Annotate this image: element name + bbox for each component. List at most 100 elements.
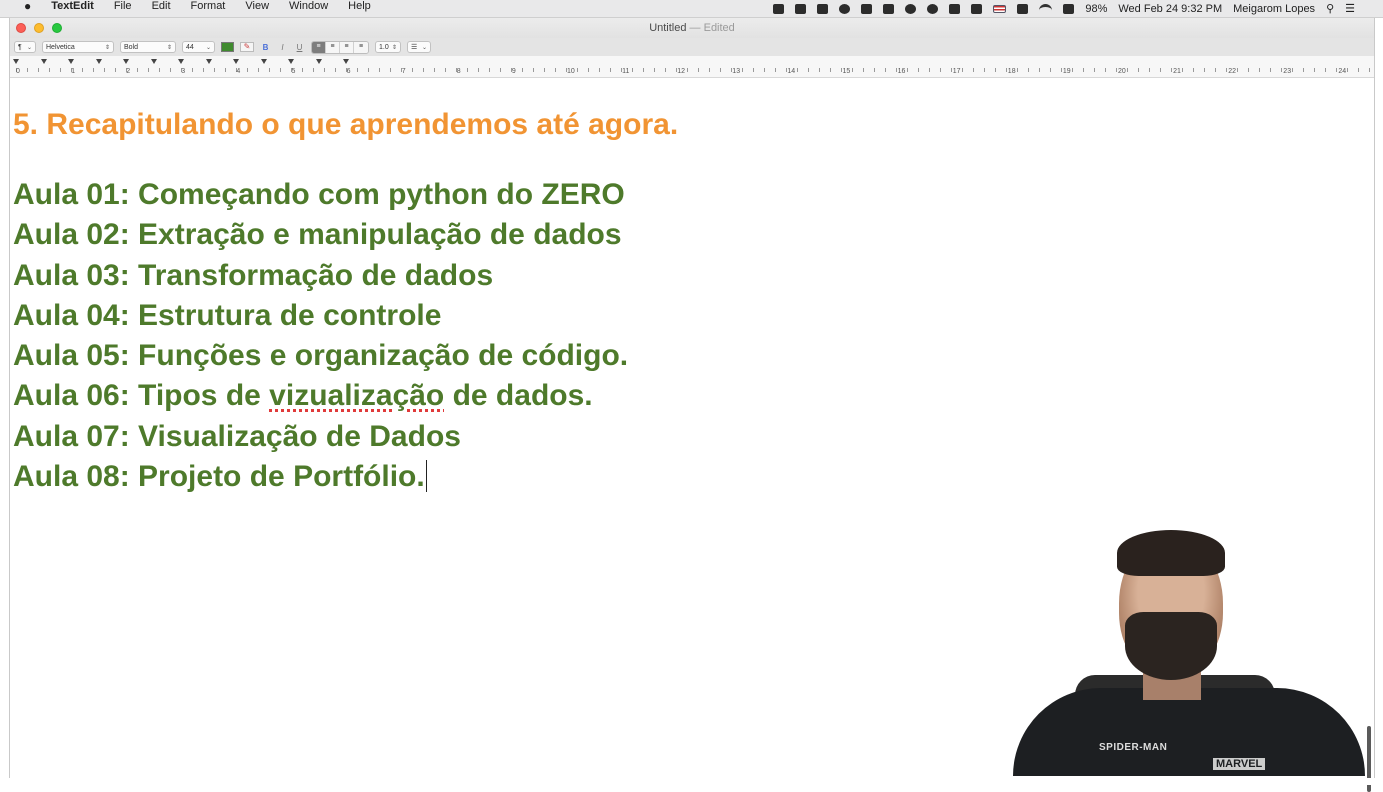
- menu-window[interactable]: Window: [289, 0, 328, 12]
- ruler-number: 2: [126, 68, 131, 75]
- status-app-icon[interactable]: [839, 3, 851, 14]
- time-machine-icon[interactable]: [927, 3, 939, 14]
- apple-menu-icon[interactable]: ●: [24, 0, 31, 13]
- ruler-number: 14: [787, 68, 796, 75]
- ruler-number: 15: [842, 68, 851, 75]
- align-left-icon[interactable]: ≡: [312, 41, 326, 53]
- ruler-number: 6: [346, 68, 351, 75]
- ruler-number: 20: [1118, 68, 1126, 75]
- align-center-icon[interactable]: ≡: [326, 41, 340, 53]
- menu-help[interactable]: Help: [348, 0, 371, 12]
- menu-edit[interactable]: Edit: [152, 0, 171, 12]
- font-style-select[interactable]: Bold ⇕: [120, 41, 176, 53]
- bold-button[interactable]: B: [260, 42, 271, 53]
- tab-stop-marker[interactable]: [288, 59, 294, 64]
- ruler-number: 18: [1007, 68, 1016, 75]
- italic-button[interactable]: I: [277, 42, 288, 53]
- lesson-line: Aula 03: Transformação de dados: [13, 258, 494, 292]
- paragraph-style-value: ¶: [18, 43, 22, 51]
- lesson-line-end: de dados.: [444, 379, 593, 413]
- text-cursor: [425, 460, 428, 493]
- status-app-icon[interactable]: [773, 3, 785, 14]
- volume-icon[interactable]: [1063, 3, 1075, 14]
- tab-stop-marker[interactable]: [178, 59, 184, 64]
- lesson-line: Aula 05: Funções e organização de código…: [13, 339, 629, 373]
- list-style-select[interactable]: ☰ ⌄: [407, 41, 431, 53]
- vpn-icon[interactable]: [949, 3, 961, 14]
- ruler[interactable]: 0 1 2 3 4 5 6 7 8 9 10 11 12 13 14 15 16 17 18 19 20 21 22 23 24: [10, 56, 1374, 78]
- tab-stop-marker[interactable]: [343, 59, 349, 64]
- menu-user[interactable]: Meigarom Lopes: [1233, 3, 1315, 15]
- tab-stop-marker[interactable]: [150, 59, 157, 64]
- status-app-icon[interactable]: [883, 3, 895, 14]
- title-bar[interactable]: Untitled — Edited: [10, 18, 1374, 38]
- menu-clock[interactable]: Wed Feb 24 9:32 PM: [1118, 3, 1222, 15]
- chevron-updown-icon: ⇕: [166, 44, 172, 51]
- tab-stop-marker[interactable]: [315, 59, 322, 64]
- ruler-number: 4: [236, 68, 241, 75]
- ruler-number: 9: [511, 68, 516, 75]
- tab-stop-marker[interactable]: [68, 59, 74, 64]
- chevron-down-icon: ⌄: [26, 44, 32, 51]
- ruler-number: 7: [401, 68, 406, 75]
- tab-stop-marker[interactable]: [123, 59, 129, 64]
- ruler-number: 0: [16, 68, 20, 75]
- tab-stop-marker[interactable]: [260, 59, 267, 64]
- font-size-select[interactable]: 44 ⌄: [182, 41, 215, 53]
- ruler-number: 22: [1228, 68, 1236, 75]
- presenter-hair: [1117, 530, 1225, 576]
- tab-stop-marker[interactable]: [13, 59, 19, 64]
- align-justify-icon[interactable]: ≡: [354, 41, 368, 53]
- spotlight-search-icon[interactable]: ⚲: [1326, 2, 1334, 15]
- presenter-shirt: [1013, 688, 1365, 776]
- misspelled-word[interactable]: vizualização: [269, 379, 444, 412]
- status-app-icon[interactable]: [817, 3, 829, 14]
- ruler-number: 3: [181, 68, 186, 75]
- tab-stop-marker[interactable]: [205, 59, 212, 64]
- notification-center-icon[interactable]: ☰: [1345, 2, 1355, 15]
- window-bottom-edge: [0, 778, 1383, 785]
- ruler-number: 19: [1062, 68, 1071, 75]
- lesson-line: Aula 04: Estrutura de controle: [13, 298, 442, 332]
- activity-icon[interactable]: [971, 3, 983, 14]
- ruler-number: 13: [732, 68, 741, 75]
- status-app-icon[interactable]: [861, 3, 873, 14]
- input-source-flag-icon[interactable]: [993, 4, 1007, 13]
- document-body[interactable]: 5. Recapitulando o que aprendemos até ag…: [13, 105, 678, 497]
- ruler-number: 12: [677, 68, 685, 75]
- font-family-select[interactable]: Helvetica ⇕: [42, 41, 114, 53]
- menu-view[interactable]: View: [245, 0, 269, 12]
- status-app-icon[interactable]: [795, 3, 807, 14]
- document-name: Untitled: [649, 22, 687, 34]
- line-spacing-select[interactable]: 1.0 ⇕: [375, 41, 401, 53]
- format-toolbar: ¶ ⌄ Helvetica ⇕ Bold ⇕ 44 ⌄ ✎ B I U ≡ ≡ ≡ ≡ …: [10, 38, 1374, 56]
- chevron-updown-icon: ⇕: [391, 44, 397, 51]
- ruler-number: 1: [71, 68, 75, 75]
- tab-stop-marker[interactable]: [95, 59, 102, 64]
- highlight-color-icon[interactable]: ✎: [240, 42, 254, 52]
- lesson-line: Aula 08: Projeto de Portfólio.: [13, 457, 678, 497]
- menu-app-name[interactable]: TextEdit: [51, 0, 94, 12]
- ruler-ticks: [16, 68, 1374, 72]
- align-right-icon[interactable]: ≡: [340, 41, 354, 53]
- battery-status[interactable]: 98%: [1085, 3, 1107, 15]
- menu-format[interactable]: Format: [191, 0, 226, 12]
- tab-stop-marker[interactable]: [40, 59, 47, 64]
- tab-stop-marker[interactable]: [233, 59, 239, 64]
- underline-button[interactable]: U: [294, 42, 305, 53]
- ruler-number: 21: [1173, 68, 1181, 75]
- ruler-number: 24: [1338, 68, 1347, 75]
- shirt-logo: SPIDER-MAN: [1099, 742, 1168, 753]
- ruler-number: 16: [897, 68, 906, 75]
- text-color-swatch[interactable]: [221, 42, 234, 52]
- status-app-icon[interactable]: [905, 3, 917, 14]
- wifi-icon[interactable]: [1039, 3, 1053, 14]
- shirt-brand: MARVEL: [1213, 758, 1266, 770]
- bluetooth-icon[interactable]: [1017, 3, 1029, 14]
- presenter-beard: [1125, 612, 1217, 680]
- tab-stops: [10, 59, 1374, 66]
- paragraph-style-select[interactable]: ¶ ⌄: [14, 41, 36, 53]
- menu-file[interactable]: File: [114, 0, 132, 12]
- window-title: Untitled — Edited: [10, 22, 1374, 34]
